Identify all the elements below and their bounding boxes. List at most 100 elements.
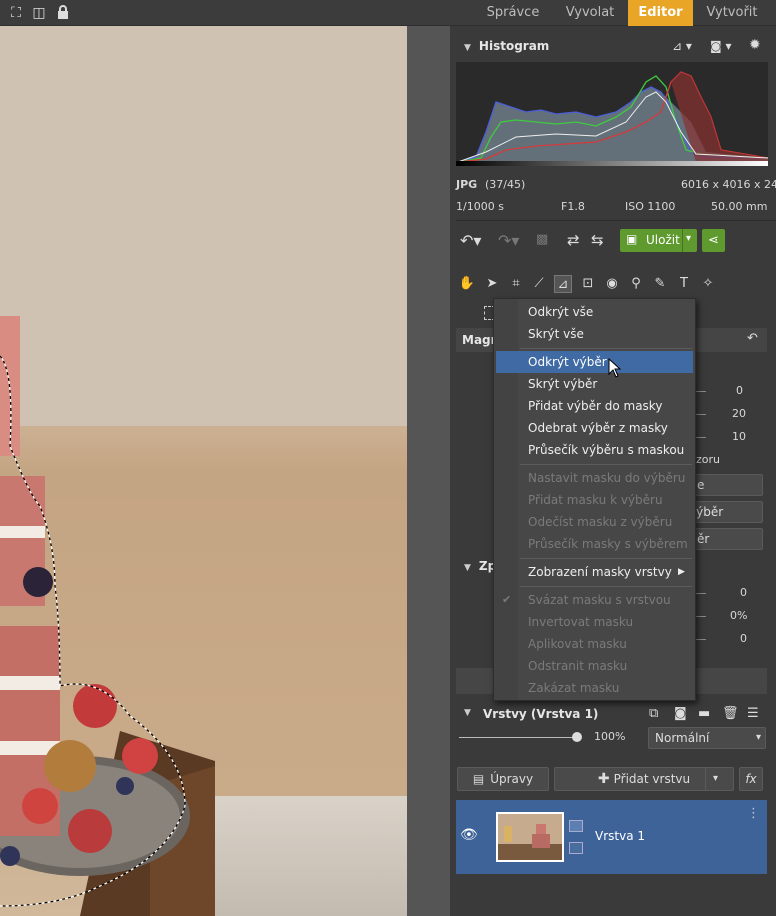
folder-icon[interactable]: ▬: [698, 706, 710, 721]
clone-tool-icon[interactable]: ⚲: [627, 275, 645, 293]
straighten-tool-icon[interactable]: ⟋: [530, 275, 548, 293]
menu-item-disable-mask[interactable]: Zakázat masku: [494, 677, 695, 699]
pointer-tool-icon[interactable]: ➤: [483, 275, 501, 293]
layer-menu-icon[interactable]: ⋮: [747, 806, 760, 821]
layer-thumbnail: [496, 812, 564, 862]
mouse-cursor-icon: [608, 358, 622, 378]
layer-row[interactable]: 👁 Vrstva 1 ⋮: [456, 800, 767, 874]
image-icon[interactable]: ▩: [536, 232, 548, 247]
slider-value-3: 10: [732, 430, 746, 443]
save-button[interactable]: ▣ Uložit ▾: [620, 229, 697, 252]
layers-title: Vrstvy (Vrstva 1): [483, 707, 599, 721]
menu-item-intersect-mask-with-selection[interactable]: Průsečík masky s výběrem: [494, 533, 695, 555]
iso-value: ISO 1100: [625, 200, 676, 213]
menu-item-add-mask-to-selection[interactable]: Přidat masku k výběru: [494, 489, 695, 511]
submenu-arrow-icon: ▶: [678, 567, 685, 577]
menu-item-link-mask-to-layer[interactable]: ✔ Svázat masku s vrstvou: [494, 589, 695, 611]
save-dropdown-icon[interactable]: ▾: [686, 233, 691, 244]
menu-item-set-mask-to-selection[interactable]: Nastavit masku do výběru: [494, 467, 695, 489]
effects-tool-icon[interactable]: ✧: [699, 275, 717, 293]
redo-icon[interactable]: ↷▾: [498, 231, 519, 250]
lock-icon[interactable]: [54, 4, 72, 22]
histogram-options-icon[interactable]: ⊿ ▾: [672, 39, 692, 53]
revert-icon[interactable]: ⇄: [567, 231, 580, 249]
top-bar: ⛶ ◫ Správce Vyvolat Editor Vytvořit: [0, 0, 776, 26]
adjust-label: Úpravy: [490, 772, 534, 786]
collapse-icon[interactable]: ▼: [464, 43, 471, 53]
zp-value-1: 0: [740, 586, 747, 599]
image-dimensions: 6016 x 4016 x 24: [681, 178, 776, 191]
plus-icon: ✚: [597, 771, 610, 787]
menu-item-subtract-mask-from-selection[interactable]: Odečíst masku z výběru: [494, 511, 695, 533]
tab-editor[interactable]: Editor: [628, 0, 693, 26]
file-index: (37/45): [485, 178, 526, 191]
shutter-speed: 1/1000 s: [456, 200, 504, 213]
menu-item-remove-mask[interactable]: Odstranit masku: [494, 655, 695, 677]
blend-mode-select[interactable]: Normální ▾: [648, 727, 766, 749]
save-disk-icon: ▣: [626, 232, 638, 246]
opacity-slider-handle[interactable]: [572, 732, 582, 742]
share-icon[interactable]: ⋖: [702, 229, 725, 252]
settings-gear-icon[interactable]: ✹: [749, 37, 761, 53]
menu-item-hide-all[interactable]: Skrýt vše: [494, 323, 695, 345]
layer-name: Vrstva 1: [595, 829, 646, 843]
opacity-value: 100%: [594, 730, 626, 743]
eye-icon[interactable]: 👁: [460, 827, 478, 843]
focal-length: 50.00 mm: [711, 200, 768, 213]
canvas-margin: [407, 26, 450, 916]
fx-button[interactable]: fx: [739, 767, 763, 791]
selection-tool-icon[interactable]: ⊿: [554, 275, 572, 293]
add-layer-button[interactable]: ✚ Přidat vrstvu ▾: [554, 767, 734, 791]
menu-item-layer-mask-display[interactable]: Zobrazení masky vrstvy ▶: [494, 561, 695, 583]
zp-value-3: 0: [740, 632, 747, 645]
text-tool-icon[interactable]: T: [675, 275, 693, 293]
collapse-icon[interactable]: ▼: [464, 708, 471, 718]
layer-mask-icon[interactable]: [569, 842, 583, 854]
histogram-graph: [456, 62, 769, 166]
redeye-tool-icon[interactable]: ◉: [603, 275, 621, 293]
mask-icon[interactable]: [569, 820, 583, 832]
check-icon: ✔: [502, 593, 512, 606]
opacity-slider[interactable]: [459, 737, 577, 738]
tab-spravce[interactable]: Správce: [474, 0, 552, 26]
reset-section-icon[interactable]: ↶: [747, 331, 758, 346]
blend-mode-value: Normální: [655, 731, 710, 745]
brush-tool-icon[interactable]: ✎: [651, 275, 669, 293]
reset-icon[interactable]: ⇆: [591, 231, 604, 249]
crop-tool-icon[interactable]: ⌗: [507, 275, 525, 293]
collapse-icon[interactable]: ▼: [464, 563, 471, 573]
add-mask-icon[interactable]: ◙: [674, 706, 687, 721]
magic-title: Magr: [462, 333, 497, 347]
menu-item-reveal-selection[interactable]: Odkrýt výběr: [496, 351, 693, 373]
text-box-tool-icon[interactable]: ⊡: [579, 275, 597, 293]
menu-item-apply-mask[interactable]: Aplikovat masku: [494, 633, 695, 655]
tonal-bar: [456, 161, 768, 166]
duplicate-layer-icon[interactable]: ⧉: [649, 706, 658, 721]
menu-item-link-mask-label: Svázat masku s vrstvou: [528, 593, 671, 607]
menu-item-layer-mask-display-label: Zobrazení masky vrstvy: [528, 565, 672, 579]
aperture: F1.8: [561, 200, 585, 213]
undo-icon[interactable]: ↶▾: [460, 231, 481, 250]
layers-header[interactable]: ▼ Vrstvy (Vrstva 1) ⧉ ◙ ▬ 🗑 ☰: [456, 704, 776, 726]
compare-icon[interactable]: ◫: [30, 4, 48, 22]
delete-layer-icon[interactable]: 🗑: [722, 706, 739, 721]
fullscreen-icon[interactable]: ⛶: [7, 4, 25, 22]
layers-menu-icon[interactable]: ☰: [747, 706, 759, 721]
chevron-down-icon: ▾: [755, 732, 761, 743]
hand-tool-icon[interactable]: ✋: [458, 275, 476, 293]
adjust-button[interactable]: ▤ Úpravy: [457, 767, 549, 791]
add-layer-label: Přidat vrstvu: [613, 772, 691, 786]
menu-item-hide-selection[interactable]: Skrýt výběr: [494, 373, 695, 395]
add-layer-dropdown-icon[interactable]: ▾: [713, 768, 718, 790]
tab-vytvorit[interactable]: Vytvořit: [693, 0, 771, 26]
menu-item-add-selection-to-mask[interactable]: Přidat výběr do masky: [494, 395, 695, 417]
menu-item-show-all[interactable]: Odkrýt vše: [494, 301, 695, 323]
menu-item-subtract-selection-from-mask[interactable]: Odebrat výběr z masky: [494, 417, 695, 439]
menu-item-invert-mask[interactable]: Invertovat masku: [494, 611, 695, 633]
save-label: Uložit: [646, 233, 680, 247]
photo-canvas[interactable]: [0, 26, 407, 916]
menu-item-intersect-selection-with-mask[interactable]: Průsečík výběru s maskou: [494, 439, 695, 461]
tab-vyvolat[interactable]: Vyvolat: [552, 0, 628, 26]
mask-display-icon[interactable]: ◙ ▾: [710, 39, 731, 53]
divider: [456, 220, 776, 221]
